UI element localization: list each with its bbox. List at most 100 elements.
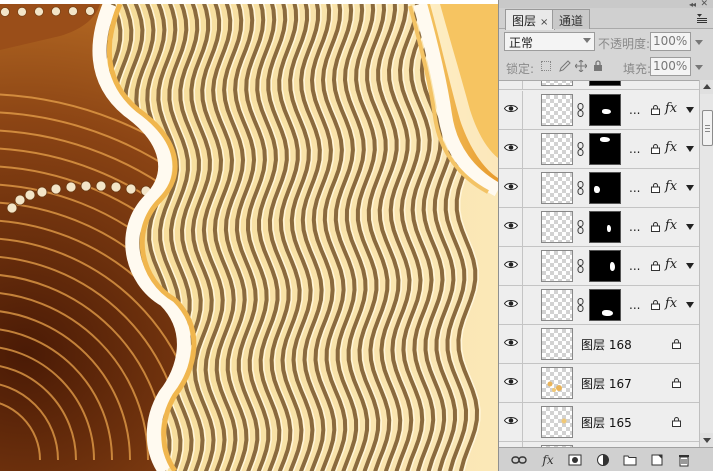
- layer-row[interactable]: ... fx: [499, 91, 699, 130]
- layer-mask-thumbnail[interactable]: [589, 289, 621, 321]
- layer-name-truncated: ...: [629, 181, 641, 195]
- layer-thumbnail: [541, 367, 573, 399]
- chain-link-icon[interactable]: [577, 259, 584, 273]
- eye-icon[interactable]: [504, 338, 518, 347]
- effects-toggle-icon[interactable]: [686, 302, 694, 308]
- scroll-down-button[interactable]: [700, 433, 713, 447]
- layer-mask-thumbnail[interactable]: [589, 94, 621, 126]
- fx-icon[interactable]: fx: [665, 218, 677, 233]
- fx-icon[interactable]: fx: [665, 101, 677, 116]
- layers-panel: ◂◂ ✕ 图层 × 通道 正常 不透明度: 100% 锁定: 填充: 100% …: [498, 0, 713, 471]
- effects-toggle-icon[interactable]: [686, 185, 694, 191]
- lock-position-icon[interactable]: [574, 59, 588, 73]
- layer-mask-thumbnail[interactable]: [589, 133, 621, 165]
- new-layer-icon[interactable]: [650, 453, 664, 467]
- fx-icon[interactable]: fx: [665, 140, 677, 155]
- chain-link-icon[interactable]: [577, 181, 584, 195]
- eye-icon[interactable]: [504, 299, 518, 308]
- chain-link-icon[interactable]: [577, 298, 584, 312]
- tab-layers[interactable]: 图层 ×: [505, 9, 556, 30]
- layer-name-truncated: ...: [629, 220, 641, 234]
- eye-icon[interactable]: [504, 416, 518, 425]
- visibility-cell[interactable]: [499, 247, 523, 286]
- blend-mode-select[interactable]: 正常: [504, 32, 595, 51]
- layer-row[interactable]: ... fx: [499, 286, 699, 325]
- panel-bottom-toolbar: fx: [499, 447, 713, 471]
- layers-list[interactable]: ... fx ... fx ... fx ... fx ... fx ... f…: [499, 80, 699, 447]
- layer-mask-thumbnail[interactable]: [589, 250, 621, 282]
- tab-close-icon[interactable]: ×: [540, 17, 548, 28]
- eye-icon[interactable]: [504, 182, 518, 191]
- layer-mask-thumbnail[interactable]: [589, 172, 621, 204]
- scroll-up-button[interactable]: [700, 80, 713, 94]
- folder-icon[interactable]: [623, 453, 637, 467]
- layer-row[interactable]: ... fx: [499, 208, 699, 247]
- adjustment-layer-icon[interactable]: [596, 453, 610, 467]
- layer-style-fx-icon[interactable]: fx: [540, 453, 556, 467]
- eye-icon[interactable]: [504, 260, 518, 269]
- visibility-cell[interactable]: [499, 364, 523, 403]
- effects-toggle-icon[interactable]: [686, 146, 694, 152]
- add-mask-icon[interactable]: [568, 453, 582, 467]
- document-canvas[interactable]: [0, 0, 498, 471]
- fx-icon[interactable]: fx: [665, 257, 677, 272]
- layer-mask-thumbnail[interactable]: [589, 211, 621, 243]
- eye-icon[interactable]: [504, 104, 518, 113]
- visibility-cell[interactable]: [499, 91, 523, 130]
- fx-icon[interactable]: fx: [665, 179, 677, 194]
- link-layers-icon[interactable]: [511, 453, 527, 467]
- layers-scrollbar[interactable]: [699, 80, 713, 447]
- lock-icon: [672, 339, 681, 349]
- tab-channels[interactable]: 通道: [552, 9, 591, 29]
- lock-row: 锁定: 填充: 100%: [499, 55, 713, 79]
- layer-row[interactable]: 图层 168: [499, 325, 699, 364]
- scroll-thumb[interactable]: [702, 110, 713, 146]
- visibility-cell[interactable]: [499, 130, 523, 169]
- eye-icon[interactable]: [504, 221, 518, 230]
- layer-name[interactable]: 图层 165: [581, 414, 632, 431]
- chain-link-icon[interactable]: [577, 142, 584, 156]
- chain-link-icon[interactable]: [577, 220, 584, 234]
- lock-icon: [672, 378, 681, 388]
- visibility-cell[interactable]: [499, 286, 523, 325]
- layer-row[interactable]: 图层 165: [499, 403, 699, 442]
- fill-dropdown-icon[interactable]: [695, 65, 703, 70]
- canvas-top-edge: [0, 0, 498, 4]
- opacity-dropdown-icon[interactable]: [695, 40, 703, 45]
- blend-mode-value: 正常: [509, 36, 534, 50]
- chain-link-icon[interactable]: [577, 103, 584, 117]
- visibility-cell[interactable]: [499, 81, 523, 90]
- layer-row[interactable]: ... fx: [499, 130, 699, 169]
- layer-thumbnail: [541, 406, 573, 438]
- panel-menu-icon[interactable]: [696, 12, 708, 24]
- effects-toggle-icon[interactable]: [686, 224, 694, 230]
- layer-name[interactable]: 图层 167: [581, 375, 632, 392]
- fx-icon[interactable]: fx: [665, 296, 677, 311]
- photoshop-window: ◂◂ ✕ 图层 × 通道 正常 不透明度: 100% 锁定: 填充: 100% …: [0, 0, 713, 471]
- layer-row[interactable]: ... fx: [499, 247, 699, 286]
- layer-row[interactable]: [499, 81, 699, 90]
- fill-input[interactable]: 100%: [650, 57, 691, 76]
- layer-name[interactable]: 图层 168: [581, 336, 632, 353]
- layer-row[interactable]: ... fx: [499, 169, 699, 208]
- lock-label: 锁定:: [506, 62, 535, 76]
- layer-mask-thumbnail[interactable]: [589, 81, 621, 86]
- visibility-cell[interactable]: [499, 169, 523, 208]
- opacity-input[interactable]: 100%: [650, 32, 691, 51]
- visibility-cell[interactable]: [499, 403, 523, 442]
- visibility-cell[interactable]: [499, 208, 523, 247]
- trash-icon[interactable]: [677, 453, 691, 467]
- lock-icon: [651, 300, 660, 310]
- effects-toggle-icon[interactable]: [686, 107, 694, 113]
- lock-image-pixels-icon[interactable]: [559, 60, 571, 72]
- eye-icon[interactable]: [504, 377, 518, 386]
- lock-icon: [651, 183, 660, 193]
- effects-toggle-icon[interactable]: [686, 263, 694, 269]
- layer-row[interactable]: 图层 167: [499, 364, 699, 403]
- lock-icon: [651, 222, 660, 232]
- lock-all-icon[interactable]: [592, 60, 604, 72]
- visibility-cell[interactable]: [499, 325, 523, 364]
- eye-icon[interactable]: [504, 143, 518, 152]
- lock-icon: [651, 261, 660, 271]
- lock-transparent-pixels-icon[interactable]: [541, 61, 551, 71]
